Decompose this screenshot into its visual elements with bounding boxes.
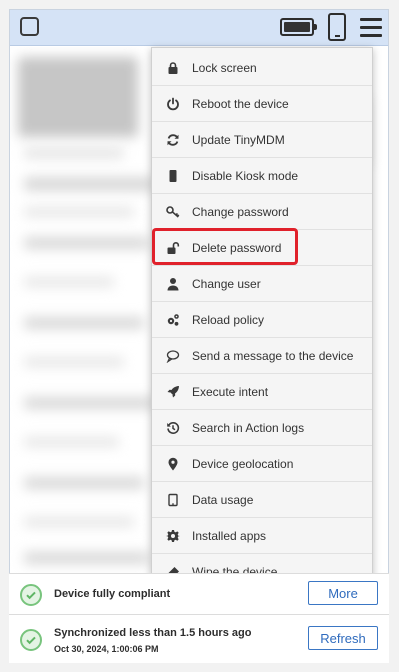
refresh-button[interactable]: Refresh bbox=[308, 626, 378, 650]
hamburger-menu-icon[interactable] bbox=[360, 18, 382, 38]
battery-icon bbox=[280, 18, 317, 36]
menu-item-label: Data usage bbox=[192, 492, 254, 507]
tablet-icon bbox=[152, 493, 192, 507]
menu-item-lock-screen[interactable]: Lock screen bbox=[152, 50, 372, 86]
map-marker-icon bbox=[152, 457, 192, 471]
gears-icon bbox=[152, 313, 192, 327]
menu-item-search-action-logs[interactable]: Search in Action logs bbox=[152, 410, 372, 446]
gear-icon bbox=[152, 529, 192, 543]
menu-item-send-message[interactable]: Send a message to the device bbox=[152, 338, 372, 374]
menu-item-label: Device geolocation bbox=[192, 456, 294, 471]
menu-item-device-geolocation[interactable]: Device geolocation bbox=[152, 446, 372, 482]
sync-date: Oct 30, 2024, 1:00:06 PM bbox=[54, 644, 159, 654]
menu-item-execute-intent[interactable]: Execute intent bbox=[152, 374, 372, 410]
key-icon bbox=[152, 205, 192, 219]
menu-item-label: Reload policy bbox=[192, 312, 265, 327]
menu-item-disable-kiosk[interactable]: Disable Kiosk mode bbox=[152, 158, 372, 194]
menu-item-label: Delete password bbox=[192, 240, 282, 255]
menu-item-label: Lock screen bbox=[192, 60, 257, 75]
lock-icon bbox=[152, 61, 192, 75]
menu-item-label: Reboot the device bbox=[192, 96, 289, 111]
sync-status-row: Synchronized less than 1.5 hours ago Oct… bbox=[9, 614, 389, 663]
compliance-status-text: Device fully compliant bbox=[54, 588, 171, 600]
phone-icon bbox=[152, 169, 192, 183]
menu-item-update-tinymdm[interactable]: Update TinyMDM bbox=[152, 122, 372, 158]
menu-item-reload-policy[interactable]: Reload policy bbox=[152, 302, 372, 338]
menu-item-label: Change password bbox=[192, 204, 289, 219]
sync-status-text: Synchronized less than 1.5 hours ago bbox=[54, 627, 252, 639]
power-icon bbox=[152, 97, 192, 111]
select-device-checkbox[interactable] bbox=[20, 17, 39, 36]
phone-icon[interactable] bbox=[328, 13, 346, 41]
menu-item-change-user[interactable]: Change user bbox=[152, 266, 372, 302]
menu-item-label: Disable Kiosk mode bbox=[192, 168, 299, 183]
menu-item-data-usage[interactable]: Data usage bbox=[152, 482, 372, 518]
speech-bubble-icon bbox=[152, 349, 192, 363]
menu-item-installed-apps[interactable]: Installed apps bbox=[152, 518, 372, 554]
menu-item-label: Send a message to the device bbox=[192, 348, 354, 363]
unlock-icon bbox=[152, 241, 192, 255]
menu-item-delete-password[interactable]: Delete password bbox=[152, 230, 372, 266]
menu-item-change-password[interactable]: Change password bbox=[152, 194, 372, 230]
device-actions-menu: Lock screen Reboot the device Update Tin… bbox=[151, 47, 373, 589]
refresh-icon bbox=[152, 133, 192, 147]
menu-item-label: Update TinyMDM bbox=[192, 132, 285, 147]
menu-item-label: Execute intent bbox=[192, 384, 269, 399]
user-icon bbox=[152, 277, 192, 291]
compliance-status-row: Device fully compliant More bbox=[9, 573, 389, 614]
menu-item-label: Search in Action logs bbox=[192, 420, 305, 435]
device-toolbar bbox=[10, 10, 388, 46]
check-circle-icon bbox=[20, 584, 42, 606]
check-circle-icon bbox=[20, 629, 42, 651]
menu-item-reboot[interactable]: Reboot the device bbox=[152, 86, 372, 122]
history-icon bbox=[152, 421, 192, 435]
more-button[interactable]: More bbox=[308, 581, 378, 605]
menu-item-label: Change user bbox=[192, 276, 261, 291]
menu-item-label: Installed apps bbox=[192, 528, 267, 543]
rocket-icon bbox=[152, 385, 192, 399]
